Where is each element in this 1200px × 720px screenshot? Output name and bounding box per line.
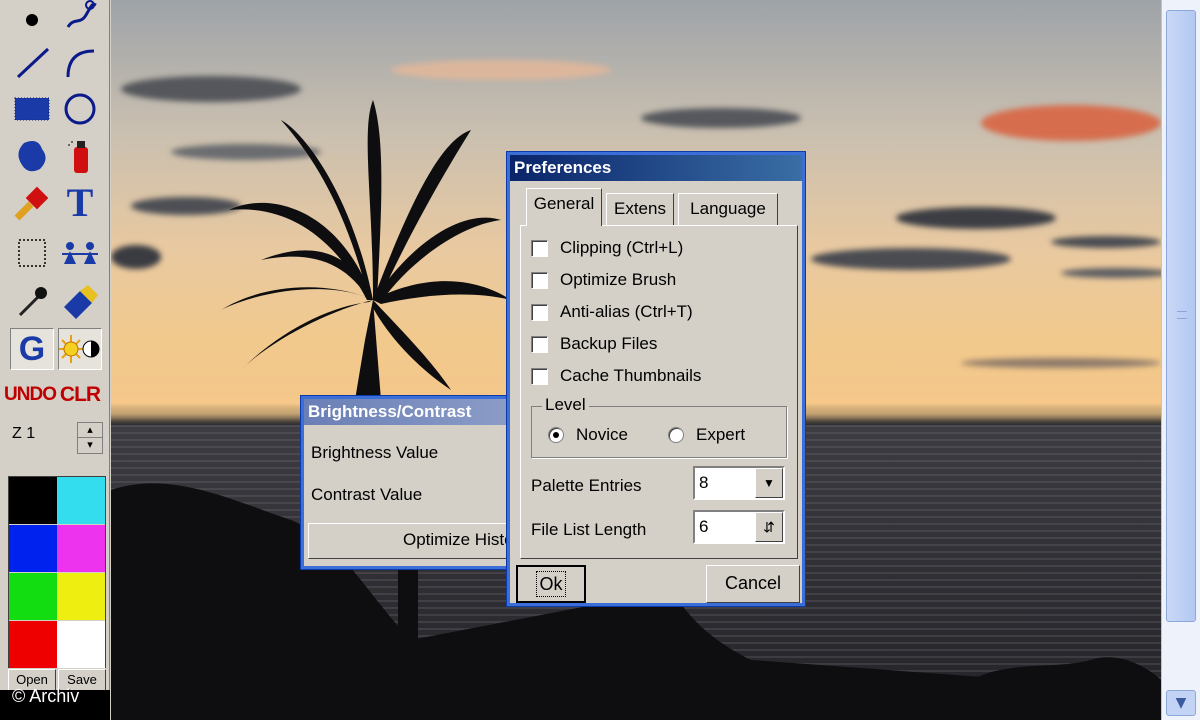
spinner-arrows-icon[interactable]: ⇵: [755, 512, 783, 542]
brightness-label: Brightness Value: [311, 443, 439, 462]
tab-language[interactable]: Language: [678, 193, 778, 225]
color-swatch[interactable]: [57, 573, 105, 620]
color-swatch[interactable]: [9, 477, 57, 524]
radio-button[interactable]: [548, 427, 564, 443]
checkbox-box[interactable]: [531, 239, 548, 257]
paint-brush-icon[interactable]: [10, 182, 54, 224]
expert-radio[interactable]: Expert: [668, 425, 745, 445]
rectangle-select-icon[interactable]: [10, 232, 54, 274]
level-groupbox: Level Novice Expert: [531, 395, 787, 458]
text-tool-glyph: T: [66, 180, 94, 225]
zoom-level: Z 1: [12, 425, 36, 442]
cancel-button[interactable]: Cancel: [706, 565, 800, 603]
clear-button[interactable]: CLR: [58, 374, 102, 416]
tab-general[interactable]: General: [526, 188, 602, 226]
chevron-down-icon[interactable]: ▼: [755, 468, 783, 498]
color-swatch[interactable]: [57, 525, 105, 572]
clear-label: CLR: [59, 383, 101, 406]
fill-shape-icon[interactable]: [10, 135, 54, 177]
palette-entries-dropdown[interactable]: 8 ▼: [693, 466, 785, 500]
checkbox-box[interactable]: [531, 303, 548, 321]
zoom-down-icon[interactable]: ▾: [78, 438, 102, 453]
checkbox-label: Cache Thumbnails: [560, 366, 702, 385]
line-tool-icon[interactable]: [10, 42, 54, 84]
eyedropper-icon[interactable]: [10, 280, 54, 322]
file-list-length-stepper[interactable]: 6 ⇵: [693, 510, 785, 544]
gamma-glyph: G: [18, 329, 46, 368]
anti-alias-checkbox[interactable]: Anti-alias (Ctrl+T): [531, 300, 693, 324]
gamma-tool-icon[interactable]: G: [10, 328, 54, 370]
dialog-title[interactable]: Preferences: [510, 155, 802, 181]
checkbox-label: Anti-alias (Ctrl+T): [560, 302, 693, 321]
clone-tool-icon[interactable]: [58, 232, 102, 274]
checkbox-label: Clipping (Ctrl+L): [560, 238, 684, 257]
scrollbar-thumb[interactable]: [1166, 10, 1196, 622]
color-swatch[interactable]: [9, 621, 57, 668]
radio-label: Expert: [696, 425, 746, 444]
tool-palette: T G UNDO CLR Z 1 ▴ ▾ Open Save © Archiv: [0, 0, 110, 720]
palette-entries-value: 8: [699, 473, 709, 492]
checkbox-box[interactable]: [531, 335, 548, 353]
arc-tool-icon[interactable]: [58, 42, 102, 84]
ok-button[interactable]: Ok: [516, 565, 586, 603]
color-palette: [8, 476, 106, 668]
watermark: © Archiv: [12, 686, 80, 706]
dot-tool-icon[interactable]: [10, 0, 54, 34]
file-list-length-label: File List Length: [531, 520, 647, 539]
grip-icon: [1177, 311, 1187, 319]
eraser-icon[interactable]: [58, 280, 102, 322]
palette-entries-label: Palette Entries: [531, 476, 642, 495]
scroll-down-icon[interactable]: ▼: [1166, 690, 1196, 716]
preferences-dialog: Preferences General Extens Language Clip…: [507, 152, 805, 606]
cache-thumbnails-checkbox[interactable]: Cache Thumbnails: [531, 364, 701, 388]
radio-button[interactable]: [668, 427, 684, 443]
file-list-length-value: 6: [699, 517, 709, 536]
checkbox-label: Backup Files: [560, 334, 658, 353]
undo-button[interactable]: UNDO: [4, 374, 57, 416]
color-swatch[interactable]: [9, 573, 57, 620]
checkbox-box[interactable]: [531, 367, 548, 385]
vertical-scrollbar[interactable]: ▼: [1161, 0, 1200, 720]
optimize-brush-checkbox[interactable]: Optimize Brush: [531, 268, 676, 292]
ok-label: Ok: [536, 571, 566, 597]
level-legend: Level: [542, 395, 589, 415]
general-tab-panel: Clipping (Ctrl+L) Optimize Brush Anti-al…: [520, 225, 798, 559]
ellipse-tool-icon[interactable]: [58, 88, 102, 130]
color-swatch[interactable]: [57, 477, 105, 524]
color-swatch[interactable]: [57, 621, 105, 668]
text-tool-icon[interactable]: T: [58, 182, 102, 224]
checkbox-label: Optimize Brush: [560, 270, 677, 289]
novice-radio[interactable]: Novice: [548, 425, 628, 445]
undo-label: UNDO: [4, 384, 57, 405]
brightness-contrast-icon[interactable]: [58, 328, 102, 370]
contrast-label: Contrast Value: [311, 485, 423, 504]
clipping-checkbox[interactable]: Clipping (Ctrl+L): [531, 236, 683, 260]
filled-rectangle-icon[interactable]: [10, 88, 54, 130]
zoom-spinner[interactable]: ▴ ▾: [77, 422, 103, 454]
tab-extens[interactable]: Extens: [606, 193, 674, 225]
zoom-up-icon[interactable]: ▴: [78, 423, 102, 438]
optimize-histogram-button[interactable]: Optimize Histo: [308, 523, 528, 559]
backup-files-checkbox[interactable]: Backup Files: [531, 332, 657, 356]
radio-label: Novice: [576, 425, 628, 444]
spray-can-icon[interactable]: [58, 135, 102, 177]
brightness-contrast-dialog: Brightness/Contrast Brightness Value Con…: [301, 396, 528, 569]
checkbox-box[interactable]: [531, 271, 548, 289]
color-swatch[interactable]: [9, 525, 57, 572]
freehand-tool-icon[interactable]: [58, 0, 102, 34]
dialog-title[interactable]: Brightness/Contrast: [304, 399, 516, 425]
